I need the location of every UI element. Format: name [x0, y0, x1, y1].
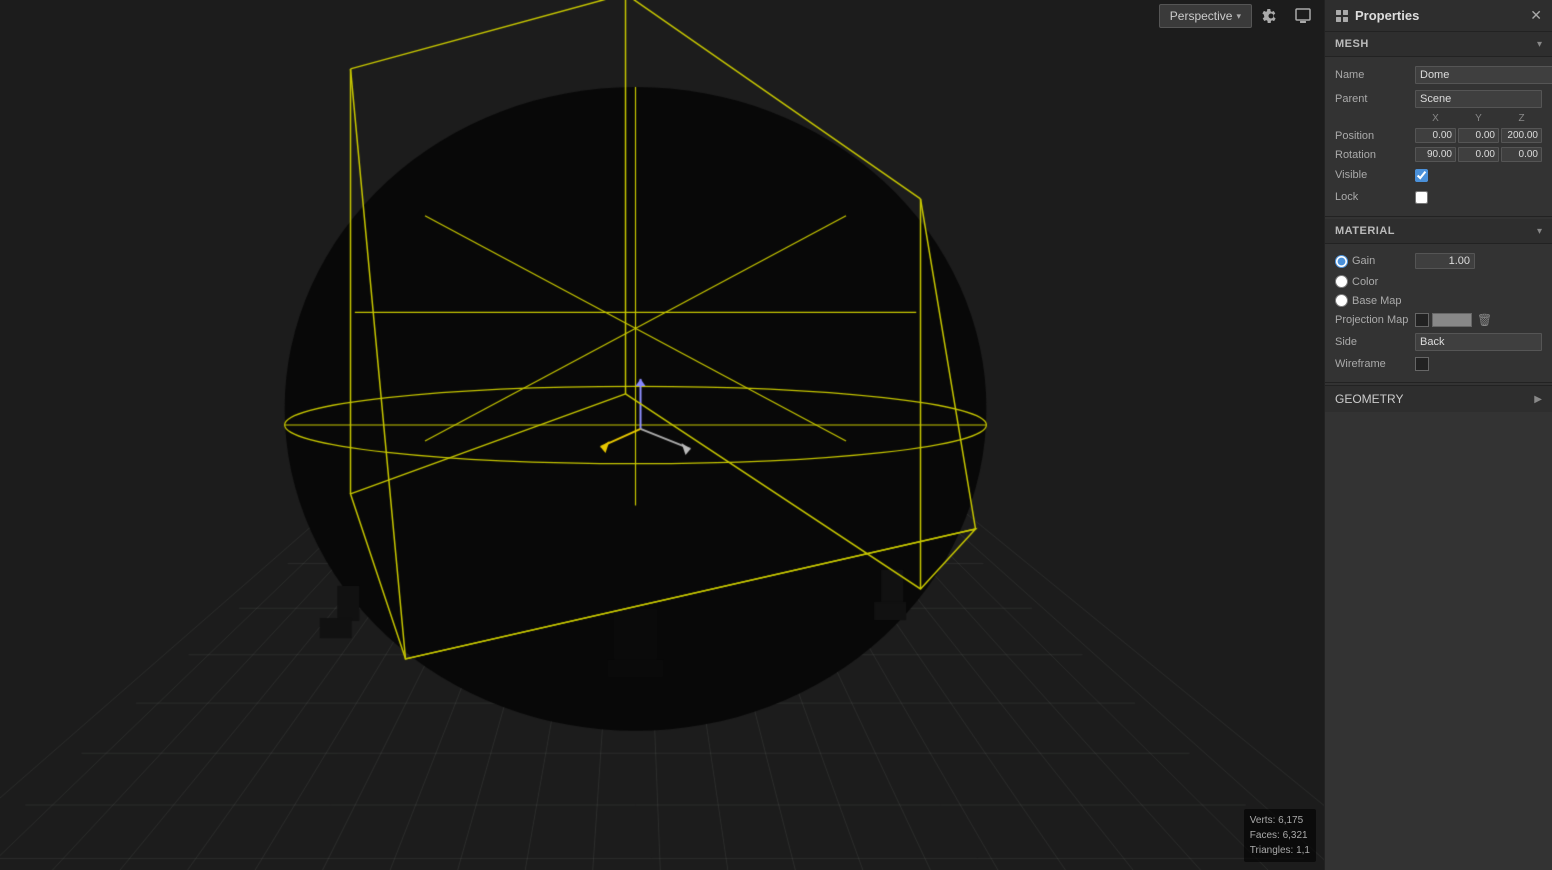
- 3d-viewport-canvas[interactable]: [0, 0, 1324, 870]
- rotation-x-input[interactable]: [1415, 147, 1456, 162]
- perspective-label: Perspective: [1170, 9, 1233, 23]
- perspective-chevron: ▾: [1236, 11, 1241, 22]
- rotation-row: Rotation: [1325, 145, 1552, 164]
- projection-map-delete[interactable]: 🗑: [1475, 313, 1494, 327]
- y-header: Y: [1458, 113, 1499, 124]
- settings-icon[interactable]: [1258, 3, 1284, 29]
- status-verts: Verts: 6,175: [1250, 813, 1310, 828]
- color-radio-label: Color: [1352, 276, 1378, 288]
- position-y-input[interactable]: [1458, 128, 1499, 143]
- color-radio-row: Color: [1325, 272, 1552, 291]
- basemap-radio-label: Base Map: [1352, 295, 1402, 307]
- status-overlay: Verts: 6,175 Faces: 6,321 Triangles: 1,1: [1244, 809, 1316, 862]
- x-header: X: [1415, 113, 1456, 124]
- material-section-content: Gain Color Base Map Projection Map 🗑 Sid…: [1325, 244, 1552, 380]
- geometry-section-title: GEOMETRY: [1335, 392, 1403, 406]
- projection-map-label: Projection Map: [1335, 314, 1415, 326]
- divider-1: [1325, 216, 1552, 217]
- color-radio[interactable]: [1335, 275, 1348, 288]
- wireframe-swatch[interactable]: [1415, 357, 1429, 371]
- display-icon[interactable]: [1290, 3, 1316, 29]
- properties-icon: [1335, 9, 1349, 23]
- geometry-section-header[interactable]: GEOMETRY ▶: [1325, 385, 1552, 412]
- visible-checkbox[interactable]: [1415, 169, 1428, 182]
- gain-radio[interactable]: [1335, 255, 1348, 268]
- gain-input[interactable]: [1415, 253, 1475, 269]
- side-label: Side: [1335, 336, 1415, 348]
- lock-row: Lock: [1325, 186, 1552, 208]
- position-z-input[interactable]: [1501, 128, 1542, 143]
- xyz-header-row: X Y Z: [1325, 111, 1552, 126]
- basemap-radio-row: Base Map: [1325, 291, 1552, 310]
- position-x-input[interactable]: [1415, 128, 1456, 143]
- viewport: Perspective ▾ Verts: 6,175 Faces: 6,321 …: [0, 0, 1324, 870]
- parent-dropdown[interactable]: Scene: [1415, 90, 1542, 108]
- wireframe-row: Wireframe: [1325, 354, 1552, 374]
- mesh-section-header[interactable]: MESH ▾: [1325, 32, 1552, 57]
- viewport-topbar: Perspective ▾: [0, 0, 1324, 32]
- gain-row: Gain: [1325, 250, 1552, 272]
- panel-title: Properties: [1335, 8, 1419, 23]
- status-faces: Faces: 6,321: [1250, 828, 1310, 843]
- basemap-radio[interactable]: [1335, 294, 1348, 307]
- position-label: Position: [1335, 130, 1415, 142]
- panel-close-button[interactable]: ✕: [1530, 7, 1542, 24]
- perspective-button[interactable]: Perspective ▾: [1159, 4, 1252, 28]
- mesh-section-arrow: ▾: [1537, 39, 1542, 50]
- visible-label: Visible: [1335, 169, 1415, 181]
- name-row: Name: [1325, 63, 1552, 87]
- status-tris: Triangles: 1,1: [1250, 843, 1310, 858]
- projection-map-picker[interactable]: [1432, 313, 1472, 327]
- material-section-header[interactable]: MATERIAL ▾: [1325, 219, 1552, 244]
- parent-row: Parent Scene: [1325, 87, 1552, 111]
- mesh-section-content: Name Parent Scene X Y Z Position: [1325, 57, 1552, 214]
- wireframe-label: Wireframe: [1335, 358, 1415, 370]
- z-header: Z: [1501, 113, 1542, 124]
- geometry-section-arrow: ▶: [1534, 394, 1542, 405]
- lock-checkbox[interactable]: [1415, 191, 1428, 204]
- side-row: Side Back Front Both: [1325, 330, 1552, 354]
- gain-radio-label: Gain: [1352, 255, 1375, 267]
- name-input[interactable]: [1415, 66, 1552, 84]
- position-row: Position: [1325, 126, 1552, 145]
- rotation-label: Rotation: [1335, 149, 1415, 161]
- side-dropdown[interactable]: Back Front Both: [1415, 333, 1542, 351]
- rotation-z-input[interactable]: [1501, 147, 1542, 162]
- rotation-y-input[interactable]: [1458, 147, 1499, 162]
- projection-map-row: Projection Map 🗑: [1325, 310, 1552, 330]
- material-section-title: MATERIAL: [1335, 225, 1395, 237]
- parent-label: Parent: [1335, 93, 1415, 105]
- panel-header: Properties ✕: [1325, 0, 1552, 32]
- mesh-section-title: MESH: [1335, 38, 1369, 50]
- properties-panel: Properties ✕ MESH ▾ Name Parent Scene X …: [1324, 0, 1552, 870]
- material-section-arrow: ▾: [1537, 226, 1542, 237]
- divider-2: [1325, 382, 1552, 383]
- visible-row: Visible: [1325, 164, 1552, 186]
- projection-map-swatch[interactable]: [1415, 313, 1429, 327]
- lock-label: Lock: [1335, 191, 1415, 203]
- name-label: Name: [1335, 69, 1415, 81]
